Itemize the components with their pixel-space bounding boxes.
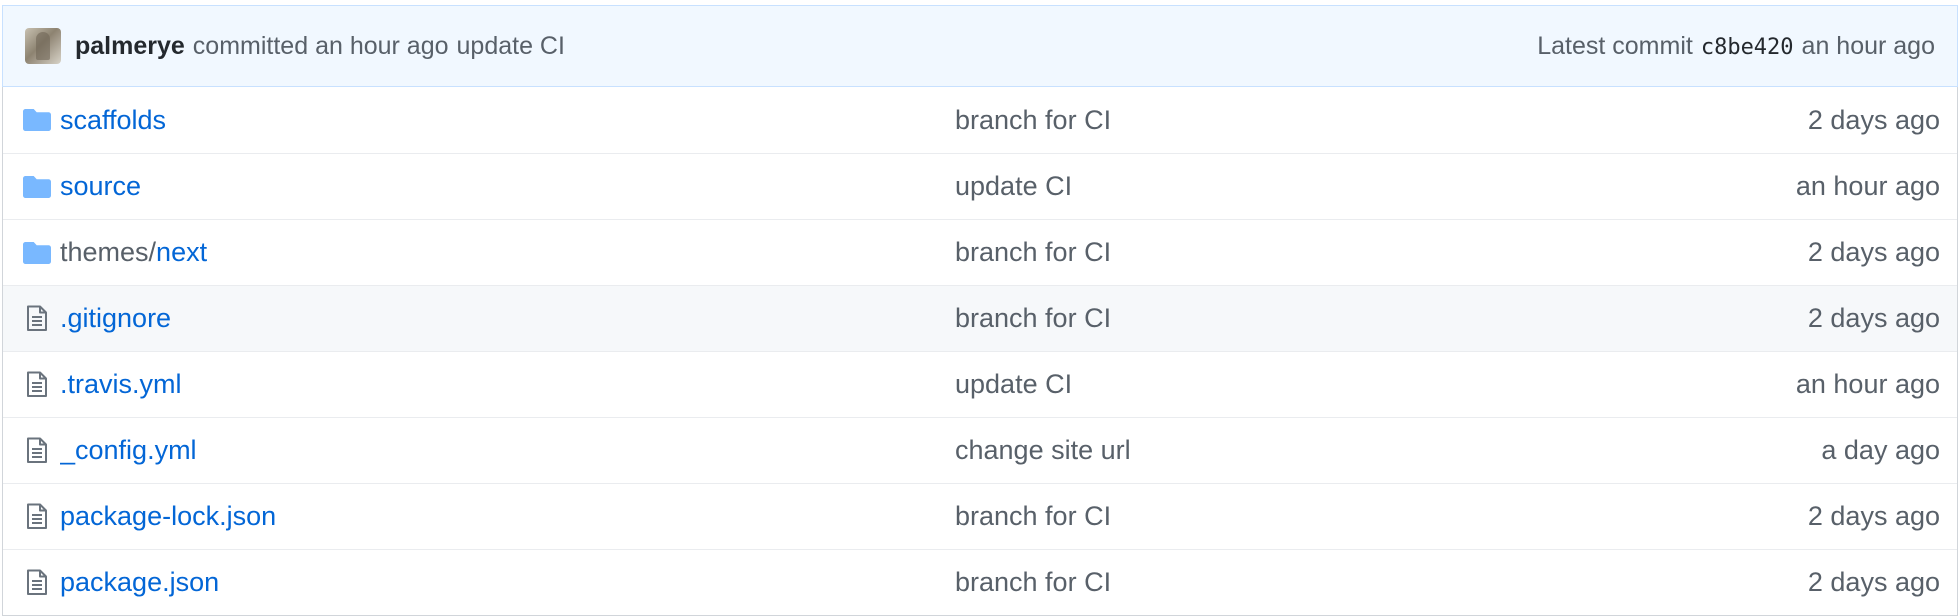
commit-time: an hour ago [315,31,449,60]
commit-message-link[interactable]: branch for CI [955,105,1620,136]
folder-icon [3,175,60,199]
commit-message-link[interactable]: update CI [955,369,1620,400]
file-row[interactable]: source update CI an hour ago [3,153,1957,219]
file-icon [3,371,60,398]
commit-verb-text: committed an hour ago [193,32,449,61]
file-name-link[interactable]: .gitignore [60,303,171,333]
commit-age: 2 days ago [1807,501,1940,531]
file-row[interactable]: .travis.yml update CI an hour ago [3,351,1957,417]
file-name-link[interactable]: package-lock.json [60,501,276,531]
folder-icon [3,241,60,265]
file-name-cell: package.json [60,567,955,598]
file-list: scaffolds branch for CI 2 days ago source up… [3,87,1957,615]
path-prefix-link[interactable]: themes/ [60,237,156,267]
latest-commit-label: Latest commit [1537,31,1693,60]
commit-message-link[interactable]: branch for CI [955,567,1620,598]
file-name-cell: package-lock.json [60,501,955,532]
commit-age: a day ago [1821,435,1940,465]
file-row[interactable]: themes/next branch for CI 2 days ago [3,219,1957,285]
file-row[interactable]: package.json branch for CI 2 days ago [3,549,1957,615]
commit-age: 2 days ago [1807,567,1940,597]
file-name-link[interactable]: _config.yml [60,435,197,465]
file-icon [3,305,60,332]
avatar[interactable] [25,28,61,64]
file-table: palmerye committed an hour ago update CI… [2,5,1958,616]
commit-age: an hour ago [1795,369,1940,399]
file-name-link[interactable]: package.json [60,567,219,597]
file-row[interactable]: package-lock.json branch for CI 2 days ago [3,483,1957,549]
commit-verb: committed [192,31,309,60]
commit-message-link[interactable]: change site url [955,435,1620,466]
folder-icon [3,108,60,132]
commit-age: an hour ago [1795,171,1940,201]
commit-message-link[interactable]: branch for CI [955,237,1620,268]
commit-message-link[interactable]: update CI [955,171,1620,202]
file-name-link[interactable]: next [156,237,207,267]
file-icon [3,437,60,464]
file-name-link[interactable]: .travis.yml [60,369,182,399]
latest-commit-time: an hour ago [1801,31,1935,60]
file-name-cell: scaffolds [60,105,955,136]
commit-author-link[interactable]: palmerye [75,32,185,61]
file-row[interactable]: _config.yml change site url a day ago [3,417,1957,483]
file-row[interactable]: .gitignore branch for CI 2 days ago [3,285,1957,351]
commit-message-link[interactable]: branch for CI [955,501,1620,532]
file-name-cell: .travis.yml [60,369,955,400]
file-name-cell: .gitignore [60,303,955,334]
file-row[interactable]: scaffolds branch for CI 2 days ago [3,87,1957,153]
file-icon [3,503,60,530]
file-name-link[interactable]: scaffolds [60,105,166,135]
file-name-cell: source [60,171,955,202]
file-name-cell: themes/next [60,237,955,268]
file-name-cell: _config.yml [60,435,955,466]
commit-sha-link[interactable]: c8be420 [1701,35,1794,60]
commit-age: 2 days ago [1807,237,1940,267]
commit-age: 2 days ago [1807,104,1940,135]
commit-message-link[interactable]: branch for CI [955,303,1620,334]
file-icon [3,569,60,596]
commit-message-link[interactable]: update CI [457,32,565,61]
file-name-link[interactable]: source [60,171,141,201]
commit-age: 2 days ago [1807,303,1940,333]
latest-commit-info: Latest commit c8be420 an hour ago [1537,32,1935,61]
latest-commit-bar: palmerye committed an hour ago update CI… [2,5,1958,87]
